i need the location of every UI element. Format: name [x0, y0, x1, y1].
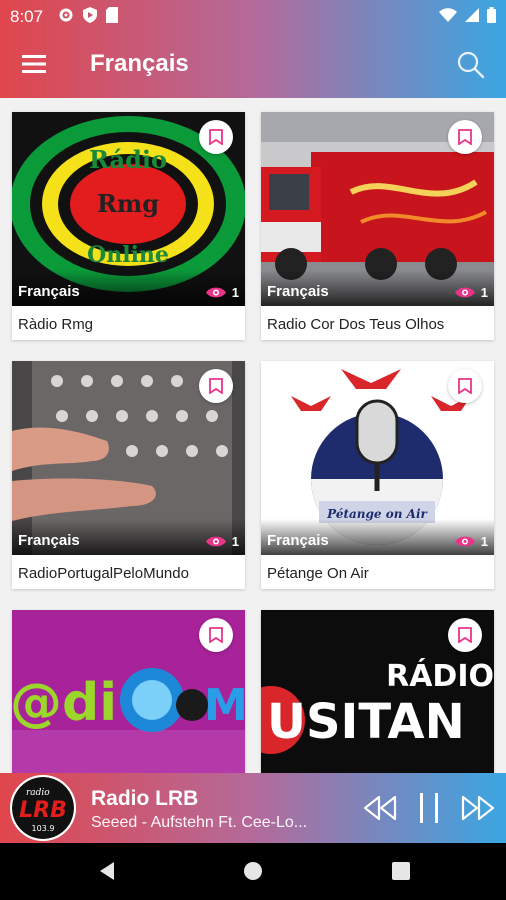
search-button[interactable]	[456, 50, 486, 80]
rewind-button[interactable]	[362, 791, 398, 825]
home-button[interactable]	[242, 860, 264, 887]
view-count: 1	[454, 285, 488, 300]
bookmark-icon	[209, 378, 223, 394]
signal-icon	[465, 8, 479, 27]
fast-forward-button[interactable]	[460, 791, 496, 825]
lusitana-bottom: USITAN	[267, 694, 465, 750]
back-button[interactable]	[96, 860, 118, 887]
bookmark-icon	[209, 129, 223, 145]
eye-icon	[205, 287, 226, 298]
mini-player[interactable]: radio LRB 103.9 Radio LRB Seeed - Aufste…	[0, 773, 506, 843]
rewind-icon	[363, 795, 397, 821]
bookmark-icon	[458, 627, 472, 643]
view-count-value: 1	[480, 285, 488, 300]
fast-forward-icon	[461, 795, 495, 821]
rmg-line1: Rádio	[89, 145, 167, 174]
recents-button[interactable]	[390, 860, 412, 887]
bookmark-button[interactable]	[199, 120, 233, 154]
hamburger-icon	[22, 55, 46, 73]
bookmark-button[interactable]	[199, 369, 233, 403]
view-count: 1	[205, 534, 239, 549]
menu-button[interactable]	[20, 52, 48, 76]
player-station-logo: radio LRB 103.9	[10, 775, 76, 841]
eye-icon	[454, 536, 475, 547]
status-time: 8:07	[10, 7, 44, 26]
rmg-line2: Rmg	[97, 189, 159, 218]
station-card[interactable]: Pétange on Air Français 1 Pétange On Air	[261, 361, 494, 589]
lusitana-top: RÁDIO	[386, 658, 494, 694]
station-title: Radio Cor Dos Teus Olhos	[267, 316, 445, 333]
bookmark-button[interactable]	[199, 618, 233, 652]
view-count-value: 1	[480, 534, 488, 549]
player-station-title: Radio LRB	[91, 787, 199, 810]
station-title: RadioPortugalPeloMundo	[18, 565, 189, 582]
search-icon	[457, 51, 485, 79]
player-logo-small: radio	[26, 788, 50, 798]
bookmark-button[interactable]	[448, 120, 482, 154]
wifi-icon	[439, 8, 457, 27]
home-icon	[244, 862, 262, 880]
status-bar: 8:07	[0, 0, 506, 32]
player-logo-text: LRB	[19, 798, 67, 823]
view-count-value: 1	[231, 285, 239, 300]
station-card[interactable]: Français 1 RadioPortugalPeloMundo	[12, 361, 245, 589]
pause-icon	[420, 793, 438, 823]
station-title: Pétange On Air	[267, 565, 369, 582]
back-icon	[100, 862, 114, 880]
station-title: Ràdio Rmg	[18, 316, 94, 333]
bookmark-icon	[458, 129, 472, 145]
view-count-value: 1	[231, 534, 239, 549]
rmg-line3: Online	[87, 242, 169, 268]
recents-icon	[392, 862, 410, 880]
gear-icon	[58, 7, 74, 28]
battery-icon	[487, 7, 496, 28]
eye-icon	[454, 287, 475, 298]
view-count: 1	[205, 285, 239, 300]
eye-icon	[205, 536, 226, 547]
sim-card-icon	[106, 7, 118, 28]
app-bar: 8:07 Français	[0, 0, 506, 98]
player-logo-freq: 103.9	[32, 824, 55, 833]
station-card[interactable]: Français 1 Radio Cor Dos Teus Olhos	[261, 112, 494, 340]
bookmark-icon	[458, 378, 472, 394]
bookmark-button[interactable]	[448, 618, 482, 652]
player-track-title: Seeed - Aufstehn Ft. Cee-Lo...	[91, 814, 308, 831]
system-nav-bar	[0, 843, 506, 900]
bookmark-icon	[209, 627, 223, 643]
station-language: Français	[267, 532, 329, 549]
station-language: Français	[18, 532, 80, 549]
radio-m-letter: M	[204, 680, 245, 731]
station-language: Français	[18, 283, 80, 300]
page-title: Français	[90, 50, 189, 77]
shield-icon	[83, 7, 97, 28]
station-card[interactable]: Rádio Rmg Online Français 1 Ràdio Rmg	[12, 112, 245, 340]
pause-button[interactable]	[412, 791, 448, 825]
radio-m-text: @di	[12, 673, 117, 733]
bookmark-button[interactable]	[448, 369, 482, 403]
view-count: 1	[454, 534, 488, 549]
station-language: Français	[267, 283, 329, 300]
